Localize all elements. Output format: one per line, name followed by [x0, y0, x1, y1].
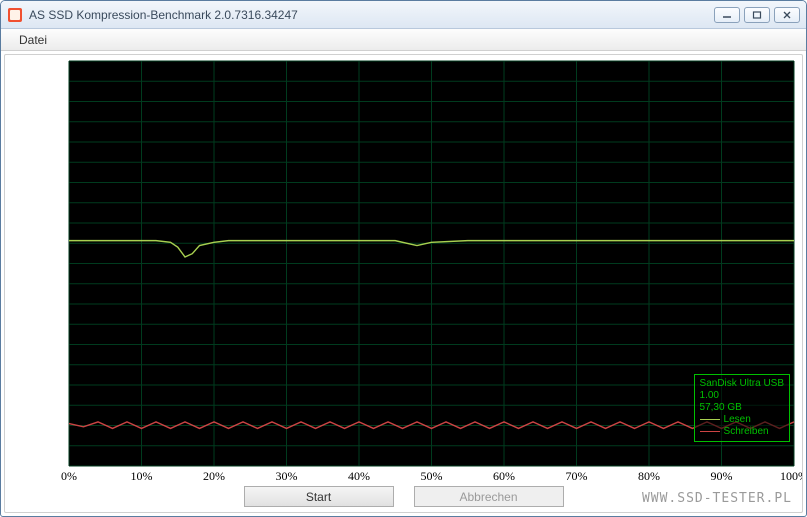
chart-svg: 248MB/s 235MB/s 223MB/s 211MB/s 198MB/s 186MB… [5, 55, 802, 484]
legend-firmware: 1.00 [700, 390, 784, 402]
svg-text:80%: 80% [638, 469, 660, 483]
svg-text:74MB/s: 74MB/s [24, 338, 63, 352]
svg-text:0%: 0% [61, 469, 77, 483]
svg-text:211MB/s: 211MB/s [19, 115, 64, 129]
svg-text:36MB/s: 36MB/s [24, 398, 63, 412]
svg-text:173MB/s: 173MB/s [18, 176, 63, 190]
svg-text:98MB/s: 98MB/s [24, 297, 63, 311]
svg-text:10%: 10% [131, 469, 153, 483]
svg-text:111MB/s: 111MB/s [19, 277, 63, 291]
close-button[interactable] [774, 7, 800, 23]
svg-text:30%: 30% [276, 469, 298, 483]
legend-read: Lesen [700, 414, 784, 426]
svg-text:86MB/s: 86MB/s [24, 317, 63, 331]
start-button[interactable]: Start [244, 486, 394, 507]
svg-text:50%: 50% [421, 469, 443, 483]
svg-text:20%: 20% [203, 469, 225, 483]
svg-text:248MB/s: 248MB/s [18, 55, 63, 68]
titlebar: AS SSD Kompression-Benchmark 2.0.7316.34… [1, 1, 806, 29]
svg-text:161MB/s: 161MB/s [18, 196, 63, 210]
svg-text:123MB/s: 123MB/s [18, 257, 63, 271]
window-controls [714, 7, 800, 23]
maximize-button[interactable] [744, 7, 770, 23]
window-title: AS SSD Kompression-Benchmark 2.0.7316.34… [29, 8, 714, 22]
svg-text:61MB/s: 61MB/s [24, 358, 63, 372]
svg-text:40%: 40% [348, 469, 370, 483]
legend-capacity: 57,30 GB [700, 402, 784, 414]
svg-text:24MB/s: 24MB/s [24, 419, 63, 433]
svg-text:186MB/s: 186MB/s [18, 155, 63, 169]
legend-box: SanDisk Ultra USB 1.00 57,30 GB Lesen Sc… [694, 374, 790, 442]
chart-area: 248MB/s 235MB/s 223MB/s 211MB/s 198MB/s 186MB… [5, 55, 802, 484]
app-icon [7, 7, 23, 23]
svg-text:70%: 70% [566, 469, 588, 483]
svg-text:60%: 60% [493, 469, 515, 483]
svg-text:11MB/s: 11MB/s [25, 439, 64, 453]
menu-datei[interactable]: Datei [11, 31, 55, 49]
legend-write: Schreiben [700, 426, 784, 438]
cancel-button: Abbrechen [414, 486, 564, 507]
legend-device: SanDisk Ultra USB [700, 378, 784, 390]
svg-text:90%: 90% [711, 469, 733, 483]
app-window: AS SSD Kompression-Benchmark 2.0.7316.34… [0, 0, 807, 517]
svg-text:235MB/s: 235MB/s [18, 74, 63, 88]
menubar: Datei [1, 29, 806, 51]
svg-text:100%: 100% [780, 469, 802, 483]
svg-text:198MB/s: 198MB/s [18, 135, 63, 149]
svg-text:136MB/s: 136MB/s [18, 236, 63, 250]
svg-text:148MB/s: 148MB/s [18, 216, 63, 230]
minimize-button[interactable] [714, 7, 740, 23]
svg-text:49MB/s: 49MB/s [24, 378, 63, 392]
svg-text:223MB/s: 223MB/s [18, 95, 63, 109]
content-pane: 248MB/s 235MB/s 223MB/s 211MB/s 198MB/s 186MB… [4, 54, 803, 513]
button-row: Start Abbrechen [5, 484, 802, 512]
